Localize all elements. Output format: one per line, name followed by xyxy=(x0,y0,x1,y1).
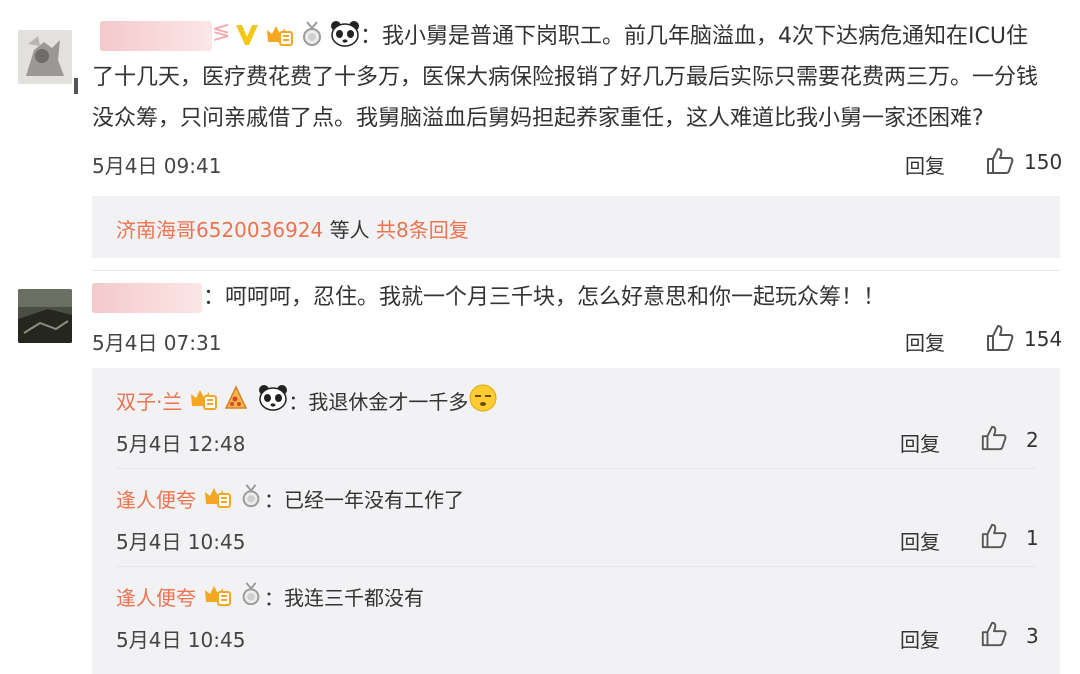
thumbs-up-icon[interactable] xyxy=(985,146,1015,180)
like-count: 150 xyxy=(1024,150,1063,174)
thumbs-up-icon[interactable] xyxy=(980,424,1008,456)
reply-separator: ： xyxy=(264,487,284,512)
panda-emoji-icon xyxy=(258,384,288,417)
crown-badge-icon xyxy=(202,580,232,613)
reply-username[interactable]: 逢人便夸 xyxy=(116,484,196,513)
timestamp: 5月4日 07:31 xyxy=(92,331,222,355)
reply-text: 我连三千都没有 xyxy=(284,585,424,610)
like-count: 3 xyxy=(1026,624,1039,648)
reply-separator: ： xyxy=(288,389,309,414)
divider xyxy=(92,270,1060,271)
more-replies-count-link[interactable]: 共8条回复 xyxy=(376,218,469,242)
reply-text: 已经一年没有工作了 xyxy=(284,487,464,512)
medal-icon xyxy=(238,580,264,613)
reply-button[interactable]: 回复 xyxy=(905,327,945,356)
timestamp: 5月4日 10:45 xyxy=(116,530,246,554)
reply-username[interactable]: 逢人便夸 xyxy=(116,582,196,611)
avatar[interactable] xyxy=(18,30,72,84)
redacted-username[interactable] xyxy=(100,21,212,51)
reply-separator: ： xyxy=(264,585,284,610)
thumbs-up-icon[interactable] xyxy=(980,620,1008,652)
more-replies-bar[interactable]: 济南海哥6520036924 等人 共8条回复 xyxy=(92,196,1060,258)
username-fragment[interactable]: ≶ xyxy=(212,20,230,45)
reply-text: 我退休金才一千多 xyxy=(308,389,469,414)
avatar[interactable] xyxy=(18,289,72,343)
verified-v-icon xyxy=(234,21,260,51)
reply-username[interactable]: 双子·兰 xyxy=(116,386,182,415)
reply-button[interactable]: 回复 xyxy=(905,150,945,179)
replies-panel: 双子·兰 ： 我退休金才一千多 5月4日 12:48 回复 2 逢人便夸 ： 已… xyxy=(92,368,1060,674)
more-replies-mid: 等人 xyxy=(323,218,376,242)
divider xyxy=(116,468,1036,469)
speechless-emoji-icon xyxy=(468,383,498,418)
crown-badge-icon xyxy=(188,384,218,417)
timestamp: 5月4日 10:45 xyxy=(116,628,246,652)
like-count: 154 xyxy=(1024,327,1063,351)
redacted-username[interactable] xyxy=(92,283,202,313)
divider xyxy=(116,566,1036,567)
reply-button[interactable]: 回复 xyxy=(900,428,940,457)
more-replies-user[interactable]: 济南海哥6520036924 xyxy=(116,218,323,242)
comment-text-line: ：我小舅是普通下岗职工。前几年脑溢血，4次下达病危通知在ICU住 xyxy=(360,24,1028,49)
medal-icon xyxy=(238,482,264,515)
avatar-edge-mark xyxy=(74,78,78,94)
reply-button[interactable]: 回复 xyxy=(900,526,940,555)
comment-text: ：呵呵呵，忍住。我就一个月三千块，怎么好意思和你一起玩众筹！！ xyxy=(203,285,886,310)
medal-icon xyxy=(298,20,326,52)
comment-text-line: 了十几天，医疗费花费了十多万，医保大病保险报销了好几万最后实际只需要花费两三万。… xyxy=(92,65,1039,90)
thumbs-up-icon[interactable] xyxy=(985,323,1015,357)
reply-button[interactable]: 回复 xyxy=(900,624,940,653)
panda-emoji-icon xyxy=(330,20,360,52)
thumbs-up-icon[interactable] xyxy=(980,522,1008,554)
comment-text-line: 没众筹，只问亲戚借了点。我舅脑溢血后舅妈担起养家重任，这人难道比我小舅一家还困难… xyxy=(92,106,984,131)
crown-badge-icon xyxy=(264,20,294,52)
pizza-badge-icon xyxy=(222,384,250,417)
like-count: 2 xyxy=(1026,428,1039,452)
timestamp: 5月4日 12:48 xyxy=(116,432,246,456)
like-count: 1 xyxy=(1026,526,1039,550)
timestamp: 5月4日 09:41 xyxy=(92,154,222,178)
crown-badge-icon xyxy=(202,482,232,515)
